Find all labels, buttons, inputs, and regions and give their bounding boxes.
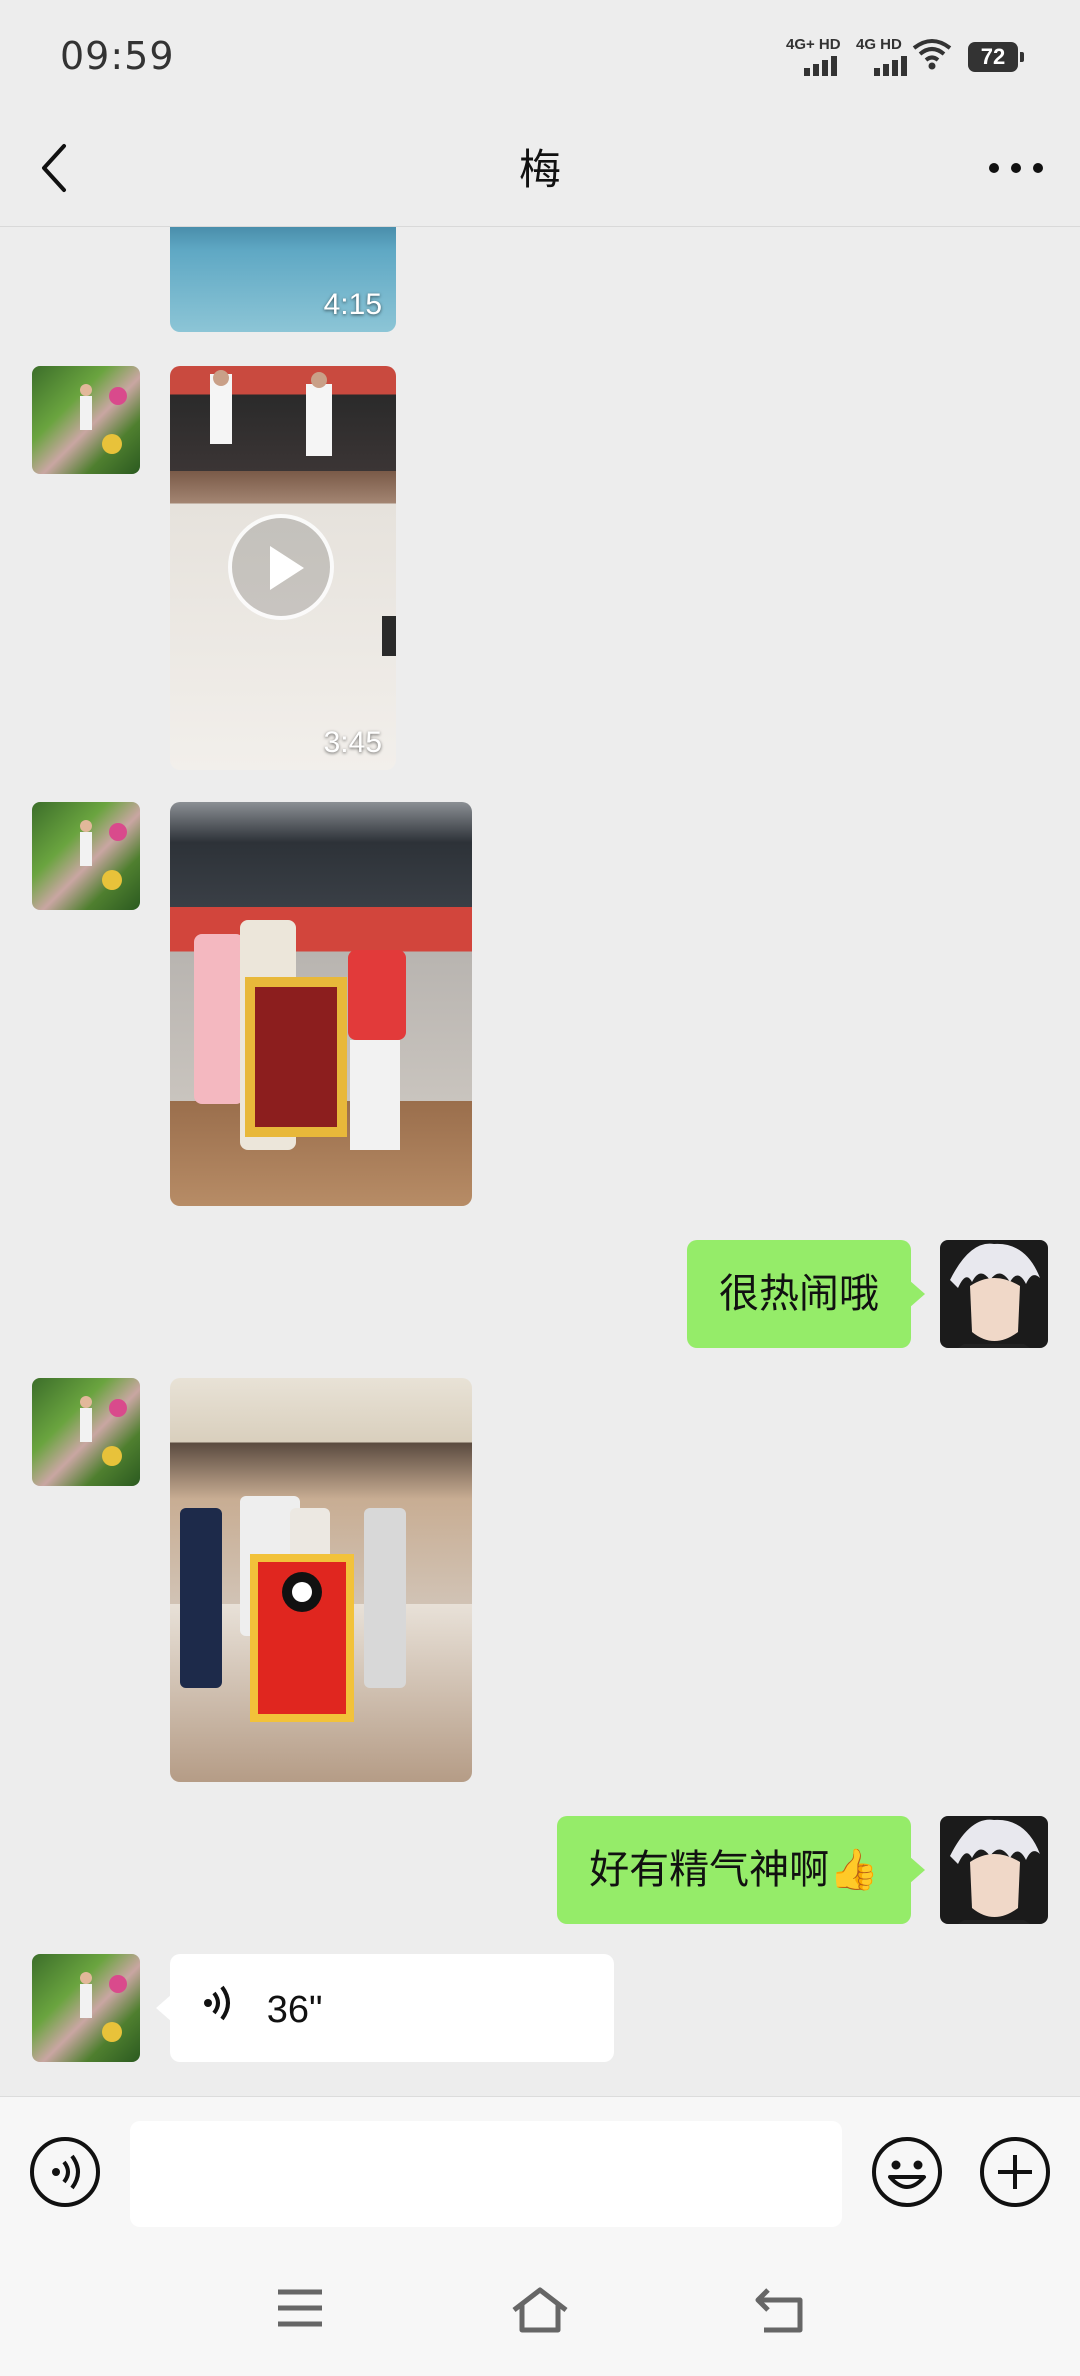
video-message[interactable]: 3:45 <box>170 366 396 770</box>
back-icon[interactable] <box>754 2286 806 2338</box>
home-icon[interactable] <box>510 2286 570 2338</box>
message-bubble[interactable]: 很热闹哦 <box>687 1240 925 1348</box>
voice-wave-icon <box>202 1956 236 2064</box>
status-bar: 09:59 4G+ HD 4G HD 72 <box>0 0 1080 110</box>
video-duration: 4:15 <box>323 288 382 321</box>
play-icon[interactable] <box>228 514 334 620</box>
emoji-icon[interactable] <box>870 2135 944 2213</box>
image-message[interactable] <box>170 1378 472 1782</box>
avatar[interactable] <box>32 802 140 910</box>
voice-duration: 36" <box>266 1989 323 2031</box>
menu-icon[interactable] <box>276 2286 324 2334</box>
system-nav-bar <box>0 2242 1080 2376</box>
voice-message[interactable]: 36" <box>156 1954 614 2064</box>
input-bar <box>0 2096 1080 2243</box>
avatar[interactable] <box>940 1816 1048 1924</box>
avatar[interactable] <box>32 1378 140 1486</box>
signal-icon: 4G+ HD <box>786 36 850 76</box>
chat-title: 梅 <box>518 145 561 194</box>
battery-icon: 72 <box>968 42 1024 72</box>
more-dots-icon[interactable] <box>986 160 1046 174</box>
voice-mode-icon[interactable] <box>28 2135 102 2213</box>
signal-icon: 4G HD <box>856 36 920 76</box>
status-time: 09:59 <box>60 34 175 78</box>
avatar[interactable] <box>940 1240 1048 1348</box>
message-bubble[interactable]: 好有精气神啊👍 <box>557 1816 925 1924</box>
chat-header: 梅 <box>0 110 1080 227</box>
message-input[interactable] <box>130 2121 842 2227</box>
wifi-icon <box>912 38 952 74</box>
image-message[interactable] <box>170 802 472 1206</box>
video-message[interactable]: 4:15 <box>170 226 396 332</box>
avatar[interactable] <box>32 366 140 474</box>
avatar[interactable] <box>32 1954 140 2062</box>
video-duration: 3:45 <box>323 726 382 759</box>
plus-icon[interactable] <box>978 2135 1052 2213</box>
chat-messages[interactable]: 4:15 3:45 很热闹哦 好有精气神啊👍 36" <box>0 226 1080 2096</box>
